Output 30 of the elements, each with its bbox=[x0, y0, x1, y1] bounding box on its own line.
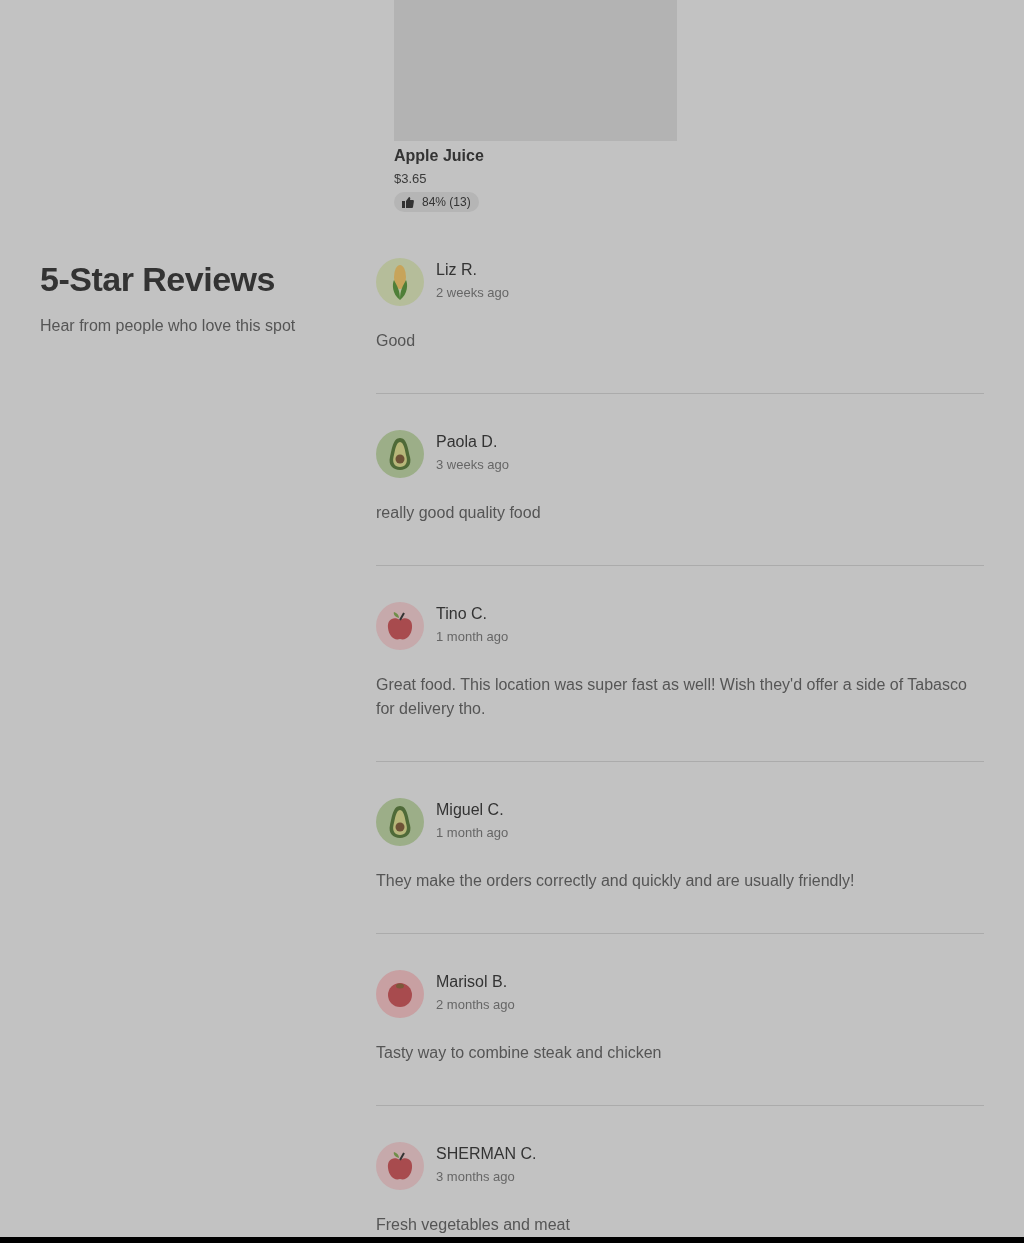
review-text: really good quality food bbox=[376, 503, 542, 524]
review-date: 1 month ago bbox=[436, 629, 509, 645]
review-date: 3 months ago bbox=[436, 1169, 516, 1185]
corn-icon bbox=[391, 264, 409, 301]
apple-icon bbox=[386, 611, 414, 642]
reviewer-name: Marisol B. bbox=[436, 973, 509, 992]
review-date: 2 months ago bbox=[436, 997, 515, 1013]
section-subtitle: Hear from people who love this spot bbox=[40, 317, 297, 336]
apple-icon bbox=[386, 1151, 414, 1182]
review-date: 3 weeks ago bbox=[436, 457, 509, 473]
review-text: Fresh vegetables and meat bbox=[376, 1215, 571, 1236]
review-text: They make the orders correctly and quickly and are usually friendly! bbox=[376, 871, 856, 892]
review-date: 1 month ago bbox=[436, 825, 509, 841]
product-name: Apple Juice bbox=[394, 147, 484, 165]
product-price: $3.65 bbox=[394, 171, 427, 186]
review-text: Good bbox=[376, 331, 417, 352]
review-text: Great food. This location was super fast as well! Wish they'd offer a side of Tabasco for delivery tho. bbox=[376, 675, 968, 720]
rating-text: 84% (13) bbox=[422, 195, 471, 209]
avocado-icon bbox=[388, 437, 412, 472]
reviewer-name: SHERMAN C. bbox=[436, 1145, 537, 1164]
thumbs-up-icon bbox=[402, 196, 414, 208]
reviewer-name: Tino C. bbox=[436, 605, 488, 624]
review-text: Tasty way to combine steak and chicken bbox=[376, 1043, 663, 1064]
reviewer-name: Paola D. bbox=[436, 433, 499, 452]
reviewer-name: Liz R. bbox=[436, 261, 478, 280]
review-date: 2 weeks ago bbox=[436, 285, 509, 301]
reviewer-name: Miguel C. bbox=[436, 801, 505, 820]
avocado-icon bbox=[388, 805, 412, 840]
tomato-icon bbox=[387, 981, 413, 1008]
section-title: 5-Star Reviews bbox=[40, 260, 276, 300]
